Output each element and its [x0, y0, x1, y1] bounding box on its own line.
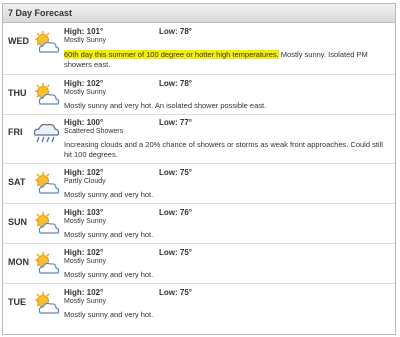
low-temp: Low: 75° — [159, 248, 192, 257]
forecast-description: Increasing clouds and a 20% chance of sh… — [64, 140, 383, 159]
condition-label: Scattered Showers — [64, 128, 124, 135]
low-temp: Low: 78° — [159, 79, 192, 88]
forecast-description: Mostly sunny and very hot. — [64, 310, 154, 319]
high-temp: High: 102° — [64, 288, 104, 297]
forecast-row-thu: THU High: 102° Mostly Sunny Low: 78° Mos… — [3, 75, 395, 115]
forecast-description: Mostly sunny and very hot. An isolated s… — [64, 101, 267, 110]
high-temp: High: 102° — [64, 248, 104, 257]
day-label: THU — [8, 88, 27, 98]
high-temp: High: 102° — [64, 168, 104, 177]
forecast-list: WED High: 101° Mostly Sunny Low: 78° 60t… — [3, 23, 395, 323]
rain-cloud-icon — [31, 120, 61, 146]
condition-label: Mostly Sunny — [64, 298, 107, 305]
day-label: SUN — [8, 217, 28, 227]
forecast-row-sat: SAT High: 102° Partly Cloudy Low: 75° Mo… — [3, 164, 395, 204]
day-label: TUE — [8, 297, 26, 307]
forecast-row-tue: TUE High: 102° Mostly Sunny Low: 75° Mos… — [3, 284, 395, 323]
low-temp: Low: 78° — [159, 27, 192, 36]
day-label: SAT — [8, 177, 26, 187]
highlighted-text: 60th day this summer of 100 degree or ho… — [64, 50, 279, 59]
high-temp: High: 102° — [64, 79, 104, 88]
high-temp: High: 103° — [64, 208, 104, 217]
sun-cloud-icon — [31, 30, 61, 56]
sun-cloud-icon — [31, 171, 61, 197]
condition-label: Mostly Sunny — [64, 89, 107, 96]
day-label: FRI — [8, 127, 23, 137]
forecast-description: Mostly sunny and very hot. — [64, 270, 154, 279]
high-temp: High: 101° — [64, 27, 104, 36]
forecast-description: Mostly sunny and very hot. — [64, 190, 154, 199]
low-temp: Low: 77° — [159, 118, 192, 127]
day-label: WED — [8, 36, 29, 46]
sun-cloud-icon — [31, 291, 61, 317]
sun-cloud-icon — [31, 82, 61, 108]
widget-title: 7 Day Forecast — [3, 4, 395, 23]
forecast-row-wed: WED High: 101° Mostly Sunny Low: 78° 60t… — [3, 23, 395, 75]
high-temp: High: 100° — [64, 118, 104, 127]
forecast-widget: 7 Day Forecast WED High: 101° Mostly Sun… — [2, 3, 396, 335]
condition-label: Mostly Sunny — [64, 258, 107, 265]
forecast-description: Mostly sunny and very hot. — [64, 230, 154, 239]
condition-label: Mostly Sunny — [64, 218, 107, 225]
forecast-row-mon: MON High: 102° Mostly Sunny Low: 75° Mos… — [3, 244, 395, 284]
condition-label: Partly Cloudy — [64, 178, 106, 185]
day-label: MON — [8, 257, 29, 267]
sun-cloud-icon — [31, 211, 61, 237]
low-temp: Low: 76° — [159, 208, 192, 217]
sun-cloud-icon — [31, 251, 61, 277]
forecast-row-sun: SUN High: 103° Mostly Sunny Low: 76° Mos… — [3, 204, 395, 244]
low-temp: Low: 75° — [159, 168, 192, 177]
forecast-description: 60th day this summer of 100 degree or ho… — [64, 50, 384, 70]
low-temp: Low: 75° — [159, 288, 192, 297]
condition-label: Mostly Sunny — [64, 37, 107, 44]
forecast-row-fri: FRI High: 100° Scattered Showers Low: 77… — [3, 115, 395, 164]
